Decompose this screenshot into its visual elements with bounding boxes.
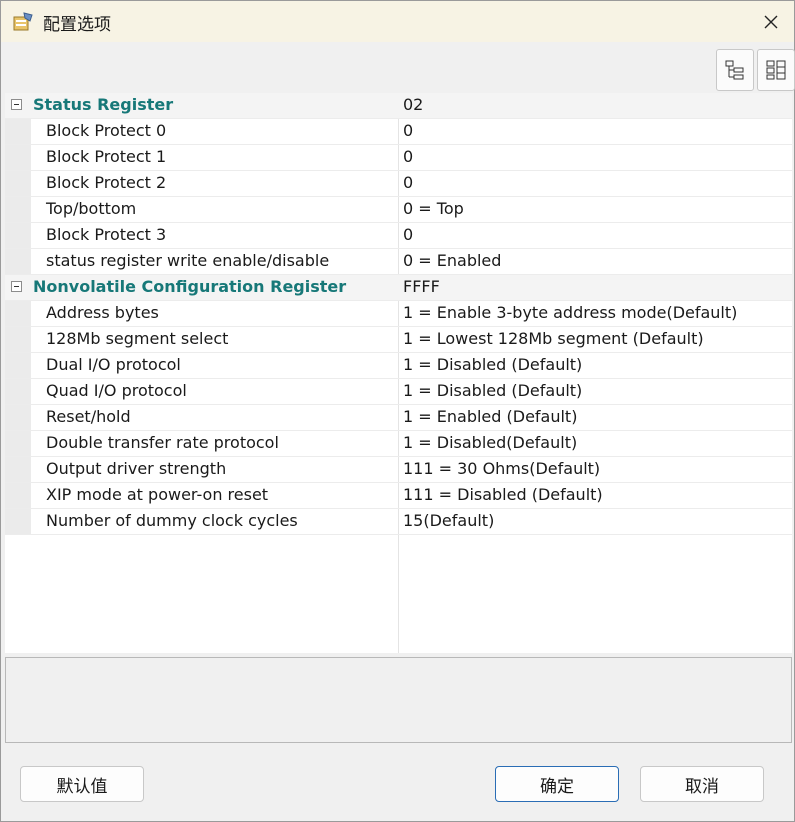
- row-gutter: [5, 483, 31, 508]
- property-value[interactable]: 1 = Disabled (Default): [403, 381, 582, 400]
- row-gutter: [5, 509, 31, 534]
- category-row-status-register[interactable]: Status Register 02: [5, 93, 792, 119]
- property-row[interactable]: Reset/hold 1 = Enabled (Default): [5, 405, 792, 431]
- property-row[interactable]: Dual I/O protocol 1 = Disabled (Default): [5, 353, 792, 379]
- row-gutter: [5, 171, 31, 196]
- window-title: 配置选项: [43, 15, 111, 35]
- cancel-button[interactable]: 取消: [640, 766, 764, 802]
- category-name: Nonvolatile Configuration Register: [33, 277, 347, 296]
- property-name: Dual I/O protocol: [46, 355, 181, 374]
- grid-view-button[interactable]: [757, 49, 795, 91]
- property-value[interactable]: 15(Default): [403, 511, 494, 530]
- property-name: Double transfer rate protocol: [46, 433, 279, 452]
- category-value[interactable]: FFFF: [403, 277, 440, 296]
- title-bar: 配置选项: [1, 1, 794, 42]
- row-gutter: [5, 197, 31, 222]
- row-gutter: [5, 301, 31, 326]
- app-icon: [13, 12, 33, 31]
- description-pane: [5, 657, 792, 743]
- property-value[interactable]: 0: [403, 147, 413, 166]
- property-value[interactable]: 1 = Disabled(Default): [403, 433, 577, 452]
- property-value[interactable]: 1 = Enabled (Default): [403, 407, 577, 426]
- collapse-toggle-icon[interactable]: [11, 281, 22, 292]
- property-value[interactable]: 0: [403, 173, 413, 192]
- property-value[interactable]: 0: [403, 225, 413, 244]
- property-value[interactable]: 0 = Top: [403, 199, 464, 218]
- row-gutter: [5, 405, 31, 430]
- close-icon: [764, 15, 778, 28]
- row-gutter: [5, 119, 31, 144]
- property-value[interactable]: 111 = Disabled (Default): [403, 485, 603, 504]
- row-gutter: [5, 223, 31, 248]
- property-row[interactable]: Address bytes 1 = Enable 3-byte address …: [5, 301, 792, 327]
- property-value[interactable]: 1 = Disabled (Default): [403, 355, 582, 374]
- close-button[interactable]: [748, 1, 794, 42]
- tree-view-icon: [725, 60, 744, 80]
- collapse-toggle-icon[interactable]: [11, 99, 22, 110]
- property-row[interactable]: Top/bottom 0 = Top: [5, 197, 792, 223]
- property-name: Block Protect 3: [46, 225, 167, 244]
- row-gutter: [5, 431, 31, 456]
- property-value[interactable]: 1 = Enable 3-byte address mode(Default): [403, 303, 737, 322]
- property-row[interactable]: Block Protect 2 0: [5, 171, 792, 197]
- tree-view-button[interactable]: [716, 49, 754, 91]
- property-row[interactable]: Block Protect 0 0: [5, 119, 792, 145]
- property-row[interactable]: Output driver strength 111 = 30 Ohms(Def…: [5, 457, 792, 483]
- property-name: Block Protect 0: [46, 121, 167, 140]
- category-value[interactable]: 02: [403, 95, 423, 114]
- property-name: XIP mode at power-on reset: [46, 485, 269, 504]
- property-name: Top/bottom: [46, 199, 137, 218]
- row-gutter: [5, 379, 31, 404]
- ok-button[interactable]: 确定: [495, 766, 619, 802]
- property-row[interactable]: Number of dummy clock cycles 15(Default): [5, 509, 792, 535]
- config-options-dialog: 配置选项 Status Register 02 Block Protect 0 …: [0, 0, 795, 822]
- property-row[interactable]: Double transfer rate protocol 1 = Disabl…: [5, 431, 792, 457]
- property-row[interactable]: XIP mode at power-on reset 111 = Disable…: [5, 483, 792, 509]
- row-gutter: [5, 353, 31, 378]
- property-value[interactable]: 0: [403, 121, 413, 140]
- category-name: Status Register: [33, 95, 174, 114]
- default-button[interactable]: 默认值: [20, 766, 144, 802]
- property-value[interactable]: 1 = Lowest 128Mb segment (Default): [403, 329, 704, 348]
- row-gutter: [5, 457, 31, 482]
- property-row[interactable]: 128Mb segment select 1 = Lowest 128Mb se…: [5, 327, 792, 353]
- property-name: Number of dummy clock cycles: [46, 511, 298, 530]
- property-row[interactable]: Block Protect 3 0: [5, 223, 792, 249]
- row-gutter: [5, 327, 31, 352]
- property-value[interactable]: 111 = 30 Ohms(Default): [403, 459, 600, 478]
- property-name: Output driver strength: [46, 459, 227, 478]
- property-row[interactable]: Quad I/O protocol 1 = Disabled (Default): [5, 379, 792, 405]
- property-row[interactable]: status register write enable/disable 0 =…: [5, 249, 792, 275]
- property-name: Reset/hold: [46, 407, 131, 426]
- property-name: Block Protect 2: [46, 173, 167, 192]
- property-name: Address bytes: [46, 303, 159, 322]
- property-name: 128Mb segment select: [46, 329, 229, 348]
- category-row-nonvolatile-config[interactable]: Nonvolatile Configuration Register FFFF: [5, 275, 792, 301]
- property-name: status register write enable/disable: [46, 251, 330, 270]
- property-row[interactable]: Block Protect 1 0: [5, 145, 792, 171]
- toolbar: [1, 42, 795, 92]
- row-gutter: [5, 249, 31, 274]
- property-name: Quad I/O protocol: [46, 381, 187, 400]
- row-gutter: [5, 145, 31, 170]
- property-value[interactable]: 0 = Enabled: [403, 251, 501, 270]
- property-grid: Status Register 02 Block Protect 0 0 Blo…: [5, 93, 792, 653]
- property-name: Block Protect 1: [46, 147, 167, 166]
- grid-view-icon: [766, 60, 786, 80]
